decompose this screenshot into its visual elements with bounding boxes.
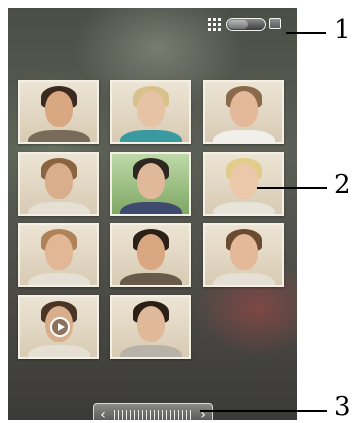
shoulders <box>120 273 182 285</box>
callout-label-3: 3 <box>334 392 351 422</box>
photo-woman-smiling-wide[interactable] <box>18 223 99 287</box>
single-photo-icon[interactable] <box>269 18 281 29</box>
shoulders <box>213 130 275 142</box>
shoulders <box>28 130 90 142</box>
photo-woman-ponytail[interactable] <box>18 152 99 216</box>
shoulders <box>120 130 182 142</box>
face <box>230 91 258 127</box>
phone-screen: ‹ › <box>8 8 297 420</box>
grid-icon[interactable] <box>208 18 221 31</box>
chevron-left-icon[interactable]: ‹ <box>96 407 110 420</box>
photo-woman-side-smile[interactable] <box>203 223 284 287</box>
photo-man-glasses[interactable] <box>110 295 191 359</box>
chevron-right-icon[interactable]: › <box>196 407 210 420</box>
face <box>137 306 165 342</box>
shoulders <box>28 273 90 285</box>
face <box>45 163 73 199</box>
face <box>137 163 165 199</box>
callout-line-1 <box>286 32 326 34</box>
play-icon[interactable] <box>50 317 70 337</box>
toggle-knob[interactable] <box>228 20 248 29</box>
callout-label-1: 1 <box>334 15 351 45</box>
face <box>45 91 73 127</box>
face <box>230 163 258 199</box>
shoulders <box>120 345 182 357</box>
shoulders <box>213 273 275 285</box>
scrollbar-ticks[interactable] <box>114 410 192 420</box>
photo-woman-outdoors[interactable] <box>110 152 191 216</box>
face <box>137 234 165 270</box>
toggle-switch-icon[interactable] <box>226 18 266 31</box>
photo-woman-smiling[interactable] <box>203 80 284 144</box>
video-woman[interactable] <box>18 295 99 359</box>
shoulders <box>120 202 182 214</box>
callout-label-2: 2 <box>334 170 351 200</box>
face <box>137 91 165 127</box>
shoulders <box>213 202 275 214</box>
photo-man-mohawk[interactable] <box>18 80 99 144</box>
photo-man-dark-hair[interactable] <box>110 223 191 287</box>
photo-woman-blonde-laughing[interactable] <box>203 152 284 216</box>
shoulders <box>28 345 90 357</box>
view-mode-toggle[interactable] <box>208 15 288 33</box>
callout-line-2 <box>257 187 327 189</box>
timeline-scrollbar[interactable]: ‹ › <box>93 403 213 420</box>
face <box>230 234 258 270</box>
photo-woman-blonde-curly[interactable] <box>110 80 191 144</box>
shoulders <box>28 202 90 214</box>
callout-line-3 <box>200 410 327 412</box>
face <box>45 234 73 270</box>
